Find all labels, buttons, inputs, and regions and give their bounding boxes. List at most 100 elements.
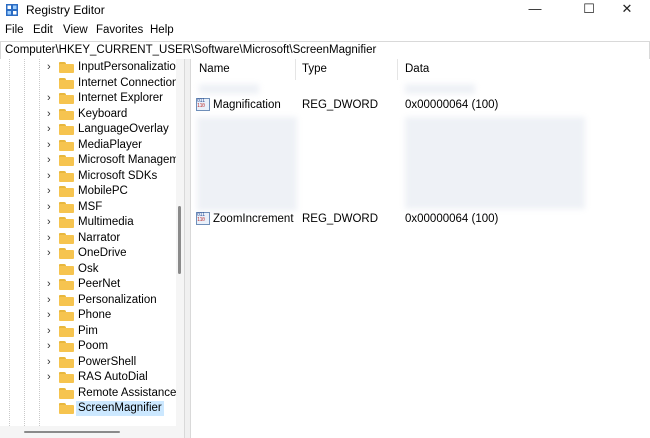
column-header-name[interactable]: Name: [199, 59, 230, 80]
registry-editor-icon: [6, 4, 18, 16]
tree-item-label: Pim: [78, 324, 98, 337]
menu-favorites[interactable]: Favorites: [96, 24, 143, 36]
chevron-right-icon[interactable]: ›: [47, 339, 55, 354]
folder-icon: [59, 232, 74, 244]
folder-icon: [59, 263, 74, 275]
folder-icon: [59, 77, 74, 89]
tree-vertical-scrollbar[interactable]: [176, 59, 184, 438]
tree-item[interactable]: › MediaPlayer: [0, 138, 172, 153]
tree-item[interactable]: › Multimedia: [0, 215, 172, 230]
chevron-right-icon[interactable]: ›: [47, 246, 55, 261]
tree-item[interactable]: › LanguageOverlay: [0, 122, 172, 137]
tree-item[interactable]: Internet Connection: [0, 76, 178, 91]
folder-icon: [59, 387, 74, 399]
chevron-right-icon[interactable]: ›: [47, 138, 55, 153]
tree-item[interactable]: › Pim: [0, 324, 172, 339]
folder-icon: [59, 155, 74, 166]
tree-item-label: Personalization: [78, 293, 157, 306]
tree-item[interactable]: › Poom: [0, 339, 172, 354]
folder-icon: [59, 341, 74, 352]
tree-item[interactable]: › RAS AutoDial: [0, 370, 172, 385]
address-path[interactable]: Computer\HKEY_CURRENT_USER\Software\Micr…: [5, 44, 376, 56]
minimize-button[interactable]: —: [512, 0, 558, 20]
chevron-right-icon[interactable]: ›: [47, 370, 55, 385]
blurred-row: [197, 117, 297, 211]
chevron-right-icon[interactable]: ›: [47, 215, 55, 230]
value-row-zoomincrement[interactable]: ZoomIncrement REG_DWORD 0x00000064 (100): [191, 211, 650, 227]
close-button[interactable]: ✕: [604, 0, 650, 20]
tree-item-label: Phone: [78, 309, 112, 321]
chevron-right-icon[interactable]: ›: [47, 324, 55, 339]
tree-horizontal-scroll-thumb[interactable]: [24, 431, 120, 433]
folder-icon: [59, 201, 74, 213]
tree-item[interactable]: › Internet Explorer: [0, 91, 172, 106]
chevron-right-icon[interactable]: ›: [47, 277, 55, 292]
tree-item-label: MobilePC: [78, 185, 128, 197]
tree-item-label: Poom: [78, 340, 109, 352]
chevron-right-icon[interactable]: ›: [47, 355, 55, 370]
value-name: Magnification: [213, 99, 281, 111]
tree-item-label: ScreenMagnifier: [76, 401, 164, 416]
menu-file[interactable]: File: [5, 24, 24, 36]
tree-item-label: RAS AutoDial: [78, 371, 148, 383]
tree-item[interactable]: › PowerShell: [0, 355, 172, 370]
chevron-right-icon[interactable]: ›: [47, 107, 55, 122]
address-bar[interactable]: Computer\HKEY_CURRENT_USER\Software\Micr…: [0, 41, 650, 60]
tree-item[interactable]: › Narrator: [0, 231, 172, 246]
chevron-right-icon[interactable]: ›: [47, 308, 55, 323]
window-title: Registry Editor: [26, 3, 105, 17]
column-separator[interactable]: [295, 59, 296, 80]
tree-item[interactable]: › Phone: [0, 308, 172, 323]
value-row-magnification[interactable]: Magnification REG_DWORD 0x00000064 (100): [191, 97, 650, 113]
menu-help[interactable]: Help: [150, 24, 174, 36]
tree-item[interactable]: › InputPersonalization: [0, 60, 182, 75]
column-header-data[interactable]: Data: [405, 59, 429, 80]
tree-horizontal-scrollbar[interactable]: [0, 426, 176, 438]
folder-icon: [59, 170, 74, 182]
tree-item-label: Narrator: [78, 231, 121, 244]
chevron-right-icon[interactable]: ›: [47, 293, 55, 308]
tree-item[interactable]: › MSF: [0, 200, 172, 215]
reg-dword-icon: [196, 98, 210, 111]
chevron-right-icon[interactable]: ›: [47, 231, 55, 246]
chevron-right-icon[interactable]: ›: [47, 91, 55, 106]
folder-icon: [59, 310, 74, 321]
chevron-right-icon[interactable]: ›: [47, 169, 55, 184]
column-separator[interactable]: [397, 59, 398, 80]
menu-view[interactable]: View: [63, 24, 88, 36]
chevron-right-icon[interactable]: ›: [47, 60, 55, 75]
tree-item[interactable]: › PeerNet: [0, 277, 172, 292]
tree-item[interactable]: › MobilePC: [0, 184, 172, 199]
title-bar: Registry Editor — ☐ ✕: [0, 0, 650, 20]
tree-item-label: InputPersonalization: [78, 61, 183, 73]
chevron-right-icon[interactable]: ›: [47, 184, 55, 199]
blurred-row: [199, 84, 259, 94]
folder-icon: [59, 62, 74, 73]
menu-bar: File Edit View Favorites Help: [0, 21, 650, 41]
key-tree[interactable]: › InputPersonalization Internet Connection…: [0, 59, 185, 438]
tree-item[interactable]: › Personalization: [0, 293, 172, 308]
tree-item[interactable]: Remote Assistance: [0, 386, 176, 401]
tree-item[interactable]: › OneDrive: [0, 246, 172, 261]
folder-icon: [59, 325, 74, 337]
value-type: REG_DWORD: [302, 213, 379, 225]
column-header-type[interactable]: Type: [302, 59, 327, 80]
folder-icon: [59, 294, 74, 306]
values-list[interactable]: Name Type Data Magnification REG_DWORD 0…: [190, 59, 650, 438]
chevron-right-icon[interactable]: ›: [47, 122, 55, 137]
tree-item[interactable]: Osk: [0, 262, 172, 277]
tree-item[interactable]: › Keyboard: [0, 107, 172, 122]
tree-vertical-scroll-thumb[interactable]: [178, 206, 181, 274]
value-data: 0x00000064 (100): [405, 99, 499, 111]
tree-item-label: MSF: [78, 200, 103, 213]
folder-icon: [59, 93, 74, 104]
chevron-right-icon[interactable]: ›: [47, 200, 55, 215]
folder-icon: [59, 186, 74, 197]
chevron-right-icon[interactable]: ›: [47, 153, 55, 168]
tree-item-label: Multimedia: [78, 216, 134, 228]
tree-item[interactable]: ScreenMagnifier: [0, 401, 172, 416]
tree-item[interactable]: › Microsoft SDKs: [0, 169, 172, 184]
value-type: REG_DWORD: [302, 99, 379, 111]
menu-edit[interactable]: Edit: [33, 24, 53, 36]
tree-item[interactable]: › Microsoft Managem: [0, 153, 179, 168]
